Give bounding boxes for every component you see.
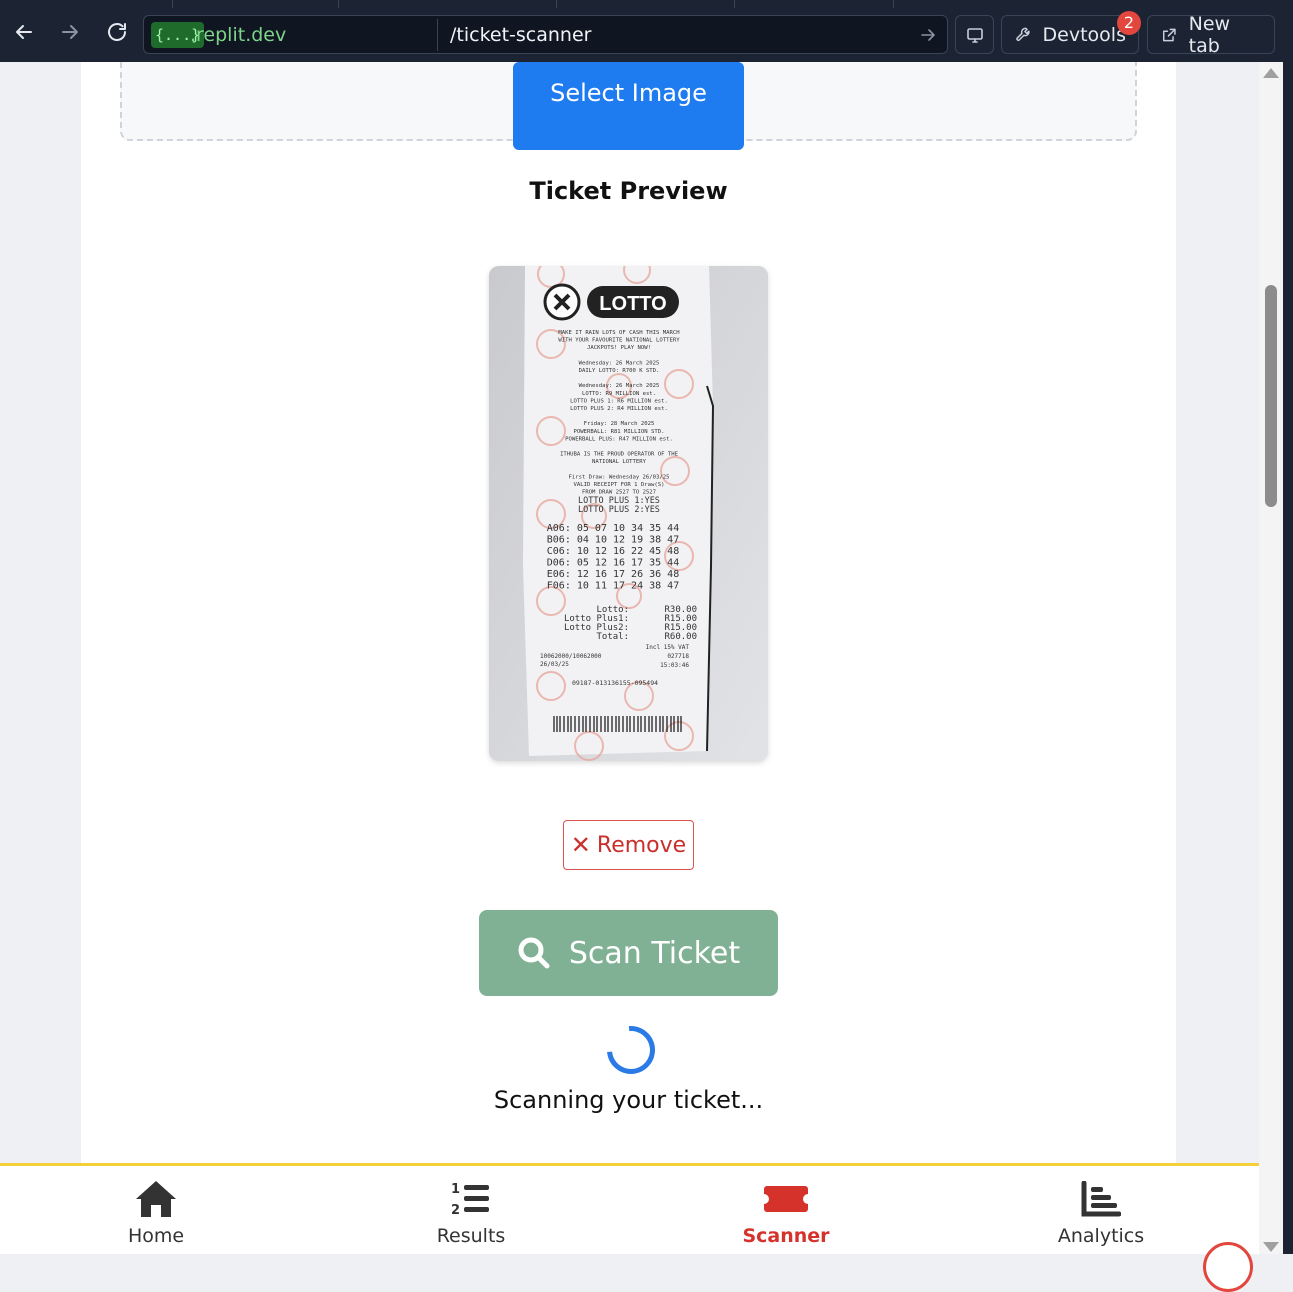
receipt-line: POWERBALL: R81 MILLION STD. — [574, 429, 665, 435]
nav-label-scanner: Scanner — [742, 1225, 830, 1247]
receipt-total-label: Total: — [596, 632, 629, 642]
receipt-date: 26/03/25 — [540, 661, 569, 668]
floating-action-button[interactable] — [1203, 1242, 1253, 1292]
ticket-icon — [763, 1179, 809, 1219]
device-preview-button[interactable] — [955, 15, 994, 54]
url-path: /ticket-scanner — [450, 24, 592, 46]
devtools-badge: 2 — [1117, 11, 1141, 35]
receipt-vat: Incl 15% VAT — [646, 644, 690, 651]
receipt-line: First Draw: Wednesday 26/03/25 — [568, 474, 669, 480]
loading-spinner — [597, 1016, 665, 1084]
receipt-line: FROM DRAW 2527 TO 2527 — [582, 490, 656, 496]
receipt-plus-line: LOTTO PLUS 2:YES — [578, 505, 660, 515]
ticket-photo: LOTTO MAKE IT RAIN LOTS OF CASH THIS MAR… — [489, 266, 768, 761]
scroll-down-arrow-icon[interactable] — [1263, 1242, 1279, 1252]
go-icon[interactable] — [919, 26, 937, 48]
nav-item-results[interactable]: 1 2 Results — [371, 1166, 571, 1254]
close-icon: ✕ — [570, 831, 591, 859]
receipt-board: D06: 05 12 16 17 35 44 — [547, 558, 679, 569]
devtools-label: Devtools — [1042, 23, 1126, 46]
receipt-time: 15:03:46 — [660, 662, 689, 669]
receipt-board: E06: 12 16 17 26 36 48 — [547, 569, 679, 580]
select-image-label: Select Image — [550, 79, 707, 107]
browser-toolbar: {...} .replit.dev /ticket-scanner Devtoo… — [0, 0, 1293, 62]
scan-ticket-button[interactable]: Scan Ticket — [479, 910, 778, 996]
reload-button[interactable] — [102, 17, 132, 47]
receipt-board: C06: 10 12 16 22 45 48 — [547, 546, 679, 557]
scroll-thumb[interactable] — [1265, 285, 1277, 507]
tab-strip — [0, 0, 1293, 8]
receipt-line: NATIONAL LOTTERY — [592, 459, 647, 465]
arrow-right-icon — [62, 25, 78, 39]
new-tab-button[interactable]: New tab — [1147, 12, 1275, 57]
receipt-line: Friday: 28 March 2025 — [584, 421, 655, 427]
ticket-preview-image: LOTTO MAKE IT RAIN LOTS OF CASH THIS MAR… — [489, 266, 768, 761]
nav-label-analytics: Analytics — [1057, 1225, 1145, 1247]
list-ol-icon: 1 2 — [451, 1179, 491, 1219]
arrow-left-icon — [16, 25, 32, 39]
receipt-board: A06: 05 07 10 34 35 44 — [547, 523, 679, 534]
nav-label-home: Home — [127, 1225, 185, 1247]
receipt-ref: 027718 — [667, 653, 689, 660]
back-button[interactable] — [9, 17, 39, 47]
svg-text:2: 2 — [451, 1203, 460, 1217]
receipt-serial: 09187-013136155-095494 — [572, 679, 658, 687]
nav-item-home[interactable]: Home — [56, 1166, 256, 1254]
receipt-line: VALID RECEIPT FOR 1 Draw(S) — [574, 482, 665, 488]
receipt-line: ITHUBA IS THE PROUD OPERATOR OF THE — [560, 452, 679, 458]
receipt-line: WITH YOUR FAVOURITE NATIONAL LOTTERY — [558, 338, 680, 344]
receipt-board: B06: 04 10 12 19 38 47 — [547, 535, 679, 546]
wrench-icon — [1016, 27, 1030, 41]
select-image-button[interactable]: Select Image — [513, 62, 744, 150]
nav-item-scanner[interactable]: Scanner — [686, 1166, 886, 1254]
ticket-preview-title: Ticket Preview — [529, 177, 728, 205]
url-separator — [437, 19, 438, 51]
remove-label: Remove — [596, 832, 687, 858]
ticket-brand: LOTTO — [599, 293, 666, 315]
forward-button[interactable] — [55, 17, 85, 47]
receipt-line: JACKPOTS! PLAY NOW! — [587, 345, 651, 351]
bottom-navigation: Home 1 2 Results Scanner Analytics — [0, 1163, 1259, 1254]
receipt-line: POWERBALL PLUS: R47 MILLION est. — [565, 436, 673, 442]
receipt-line: MAKE IT RAIN LOTS OF CASH THIS MARCH — [558, 330, 679, 336]
new-tab-label: New tab — [1188, 12, 1231, 57]
receipt-line: LOTTO PLUS 2: R4 MILLION est. — [570, 406, 668, 412]
monitor-icon — [966, 27, 983, 43]
receipt-line: Wednesday: 26 March 2025 — [579, 383, 660, 389]
scan-status-text: Scanning your ticket... — [493, 1086, 764, 1114]
receipt-line: Wednesday: 26 March 2025 — [579, 360, 660, 366]
remove-image-button[interactable]: ✕ Remove — [563, 820, 694, 870]
scanner-card: Select Image Ticket Preview LOTTO MAKE I… — [81, 62, 1176, 1254]
svg-text:1: 1 — [451, 1182, 460, 1197]
receipt-terminal: 10062000/10062000 — [540, 653, 602, 660]
home-icon — [134, 1179, 178, 1219]
receipt-total-value: R60.00 — [664, 632, 697, 642]
window-edge — [1283, 62, 1293, 1254]
scan-ticket-label: Scan Ticket — [568, 935, 741, 971]
nav-item-analytics[interactable]: Analytics — [1001, 1166, 1201, 1254]
external-link-icon — [1162, 28, 1176, 41]
search-icon — [518, 937, 550, 969]
chart-bar-icon — [1081, 1179, 1121, 1219]
receipt-line: DAILY LOTTO: R700 K STD. — [579, 368, 660, 374]
receipt-line: LOTTO: R9 MILLION est. — [582, 391, 656, 397]
url-domain: .replit.dev — [190, 24, 287, 46]
receipt-line: LOTTO PLUS 1: R6 MILLION est. — [570, 398, 668, 404]
reload-icon — [108, 23, 126, 41]
page-viewport: Select Image Ticket Preview LOTTO MAKE I… — [0, 62, 1259, 1254]
nav-label-results: Results — [436, 1225, 506, 1247]
page-scrollbar[interactable] — [1259, 62, 1283, 1254]
receipt-board: F06: 10 11 17 24 38 47 — [547, 581, 679, 592]
address-bar[interactable]: {...} .replit.dev /ticket-scanner — [143, 15, 948, 54]
scroll-up-arrow-icon[interactable] — [1263, 68, 1279, 78]
